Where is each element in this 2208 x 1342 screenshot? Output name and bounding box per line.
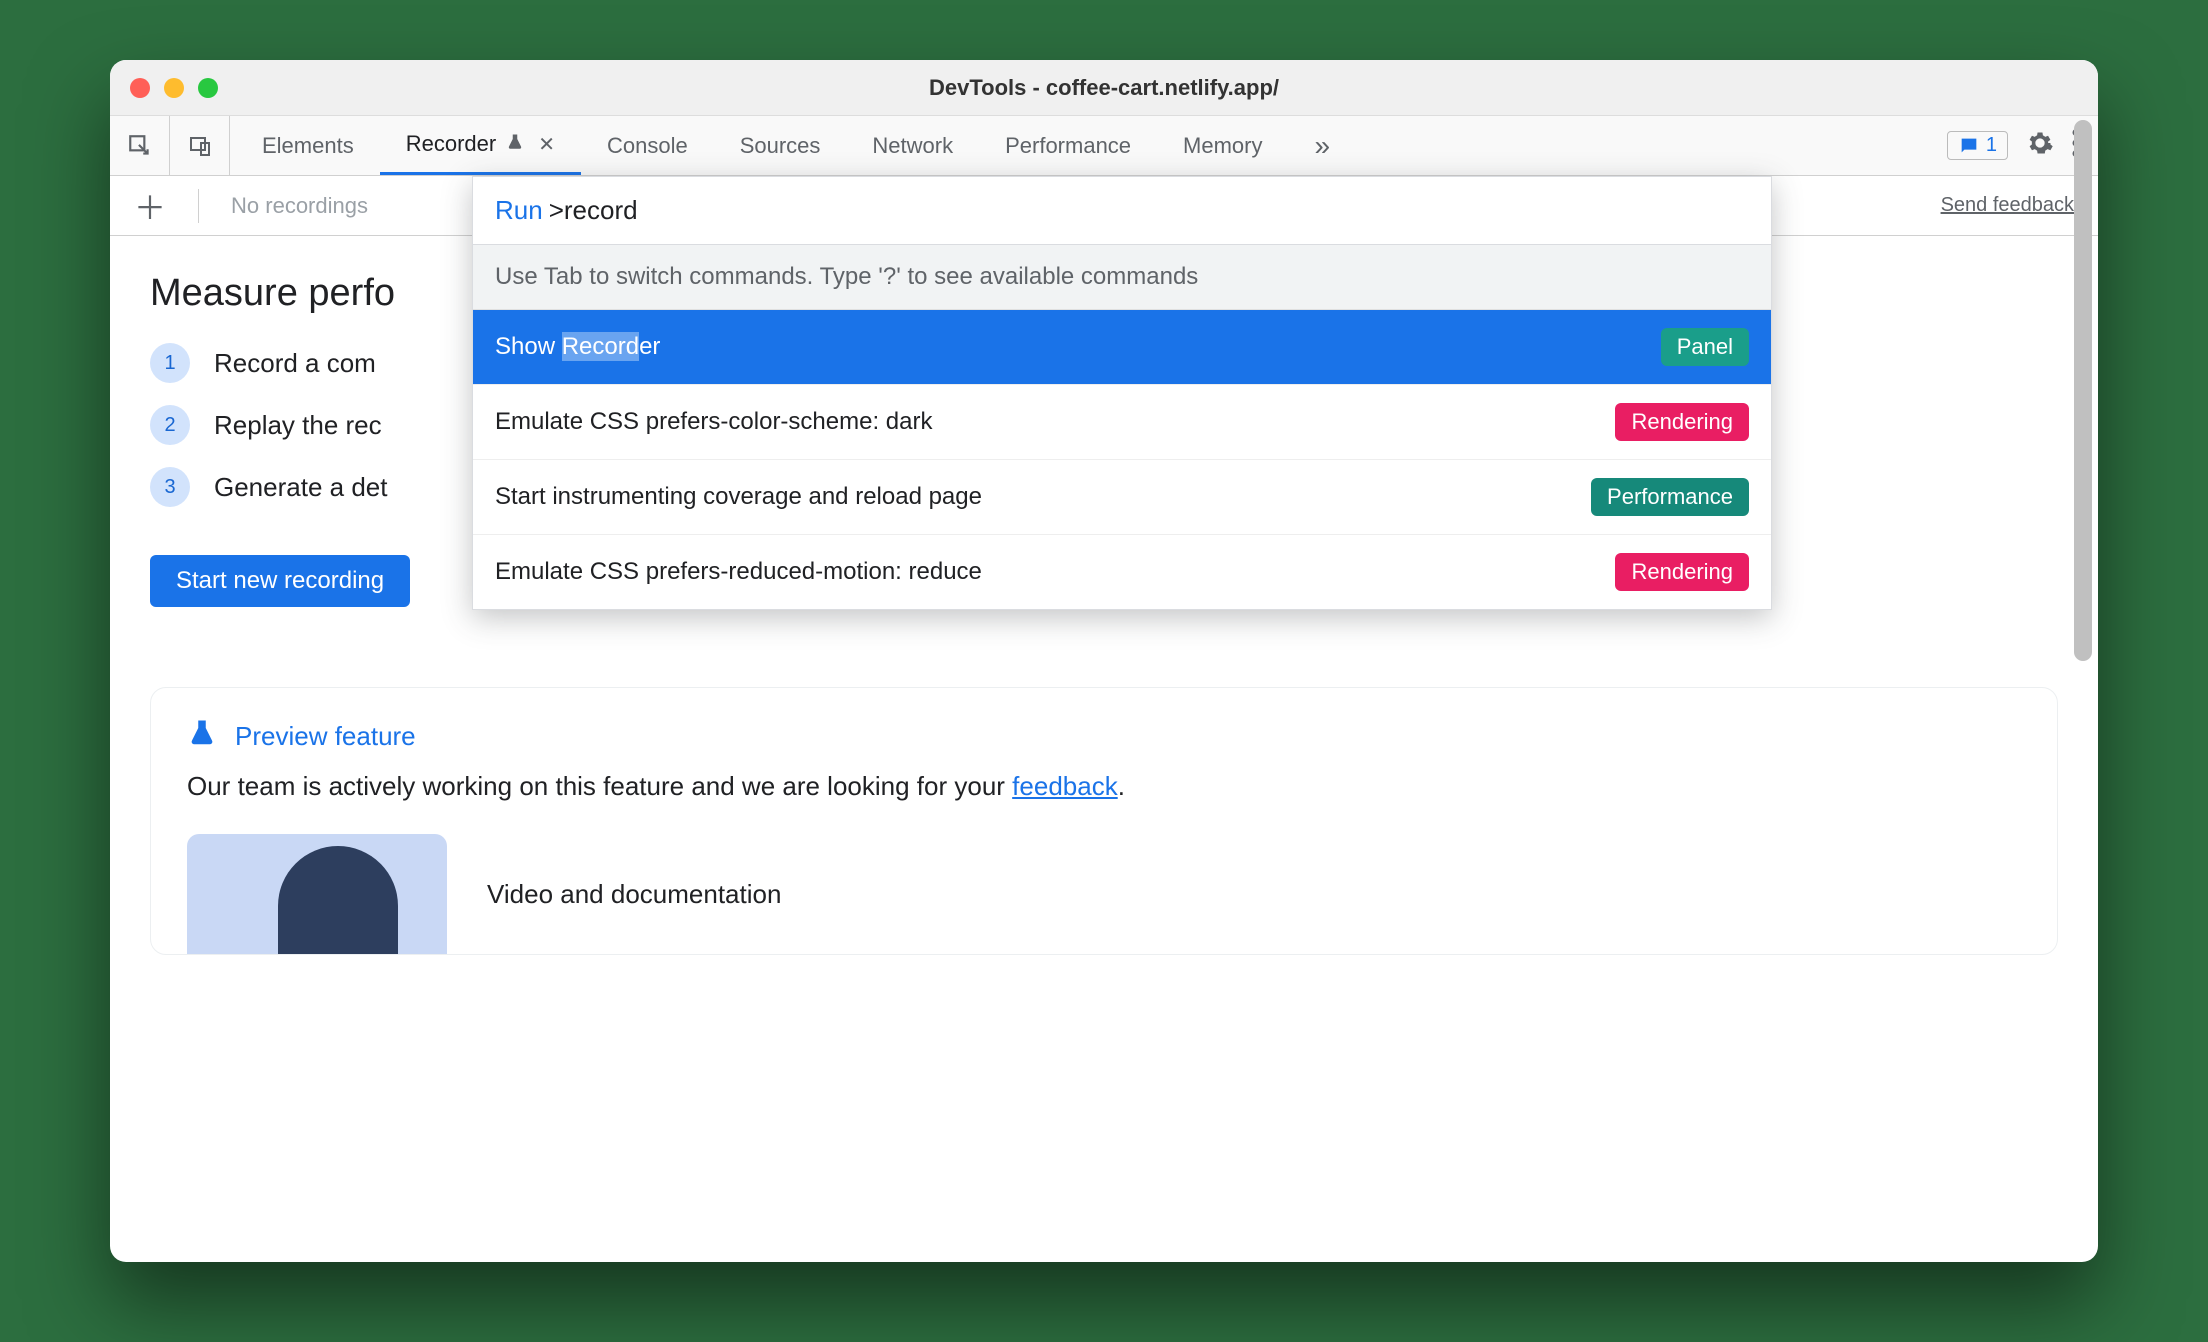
tab-console-label: Console — [607, 133, 688, 159]
command-item-label: Start instrumenting coverage and reload … — [495, 483, 1575, 511]
command-item-label: Emulate CSS prefers-reduced-motion: redu… — [495, 558, 1599, 586]
preview-heading: Preview feature — [187, 718, 2021, 755]
no-recordings-label: No recordings — [231, 193, 368, 219]
close-window-button[interactable] — [130, 78, 150, 98]
category-badge: Rendering — [1615, 403, 1749, 441]
tab-sources-label: Sources — [740, 133, 821, 159]
category-badge: Performance — [1591, 478, 1749, 516]
cmd-item-post: er — [639, 333, 660, 360]
cmd-item-highlight: Record — [562, 332, 639, 361]
preview-feature-card: Preview feature Our team is actively wor… — [150, 687, 2058, 955]
settings-button[interactable] — [2026, 129, 2054, 163]
tab-performance[interactable]: Performance — [979, 116, 1157, 175]
step-number: 2 — [150, 405, 190, 445]
tab-performance-label: Performance — [1005, 133, 1131, 159]
preview-title: Preview feature — [235, 721, 416, 752]
flask-icon — [187, 718, 217, 755]
tab-recorder-label: Recorder — [406, 131, 496, 157]
step-number: 1 — [150, 343, 190, 383]
video-thumbnail[interactable] — [187, 834, 447, 954]
preview-body-pre: Our team is actively working on this fea… — [187, 771, 1012, 801]
chevron-icon: > — [549, 195, 564, 225]
tab-memory-label: Memory — [1183, 133, 1262, 159]
command-menu-hint: Use Tab to switch commands. Type '?' to … — [473, 245, 1771, 310]
device-toolbar-button[interactable] — [170, 116, 230, 175]
minimize-window-button[interactable] — [164, 78, 184, 98]
message-icon — [1958, 135, 1980, 157]
step-3-text: Generate a det — [214, 472, 387, 503]
traffic-lights — [130, 78, 218, 98]
devtools-window: DevTools - coffee-cart.netlify.app/ Elem… — [110, 60, 2098, 1262]
tabs: Elements Recorder ✕ Console Sources Netw… — [230, 116, 1929, 175]
step-number: 3 — [150, 467, 190, 507]
divider — [198, 189, 199, 223]
tab-console[interactable]: Console — [581, 116, 714, 175]
preview-media: Video and documentation — [187, 834, 2021, 954]
feedback-link[interactable]: feedback — [1012, 771, 1118, 801]
tab-elements[interactable]: Elements — [236, 116, 380, 175]
tab-strip: Elements Recorder ✕ Console Sources Netw… — [110, 116, 2098, 176]
command-item-label: Show Recorder — [495, 333, 1645, 361]
category-badge: Panel — [1661, 328, 1749, 366]
maximize-window-button[interactable] — [198, 78, 218, 98]
message-count: 1 — [1986, 134, 1997, 157]
command-query: record — [564, 195, 638, 225]
scrollbar[interactable] — [2072, 60, 2094, 1262]
window-title: DevTools - coffee-cart.netlify.app/ — [110, 75, 2098, 101]
tab-network[interactable]: Network — [846, 116, 979, 175]
inspect-element-button[interactable] — [110, 116, 170, 175]
new-recording-button[interactable]: ＋ — [134, 183, 166, 229]
preview-body: Our team is actively working on this fea… — [187, 767, 2021, 806]
messages-button[interactable]: 1 — [1947, 131, 2008, 160]
step-2-text: Replay the rec — [214, 410, 382, 441]
command-item-label: Emulate CSS prefers-color-scheme: dark — [495, 408, 1599, 436]
send-feedback-link[interactable]: Send feedback — [1941, 194, 2074, 217]
cmd-item-pre: Show — [495, 333, 562, 360]
command-menu: Run >record Use Tab to switch commands. … — [472, 176, 1772, 610]
command-item-emulate-reduced-motion[interactable]: Emulate CSS prefers-reduced-motion: redu… — [473, 535, 1771, 609]
close-tab-button[interactable]: ✕ — [538, 132, 555, 157]
tab-memory[interactable]: Memory — [1157, 116, 1288, 175]
scrollbar-thumb[interactable] — [2074, 120, 2092, 661]
command-menu-search[interactable]: Run >record — [473, 177, 1771, 245]
category-badge: Rendering — [1615, 553, 1749, 591]
step-1-text: Record a com — [214, 348, 376, 379]
tab-recorder[interactable]: Recorder ✕ — [380, 116, 581, 175]
more-tabs-button[interactable]: » — [1289, 116, 1357, 175]
title-bar: DevTools - coffee-cart.netlify.app/ — [110, 60, 2098, 116]
tab-sources[interactable]: Sources — [714, 116, 847, 175]
command-item-instrument-coverage[interactable]: Start instrumenting coverage and reload … — [473, 460, 1771, 535]
start-new-recording-button[interactable]: Start new recording — [150, 555, 410, 607]
command-item-show-recorder[interactable]: Show Recorder Panel — [473, 310, 1771, 385]
command-item-emulate-dark[interactable]: Emulate CSS prefers-color-scheme: dark R… — [473, 385, 1771, 460]
preview-body-post: . — [1118, 771, 1125, 801]
run-label: Run — [495, 195, 543, 226]
tab-elements-label: Elements — [262, 133, 354, 159]
tab-network-label: Network — [872, 133, 953, 159]
media-title: Video and documentation — [487, 879, 781, 910]
flask-icon — [506, 131, 524, 157]
